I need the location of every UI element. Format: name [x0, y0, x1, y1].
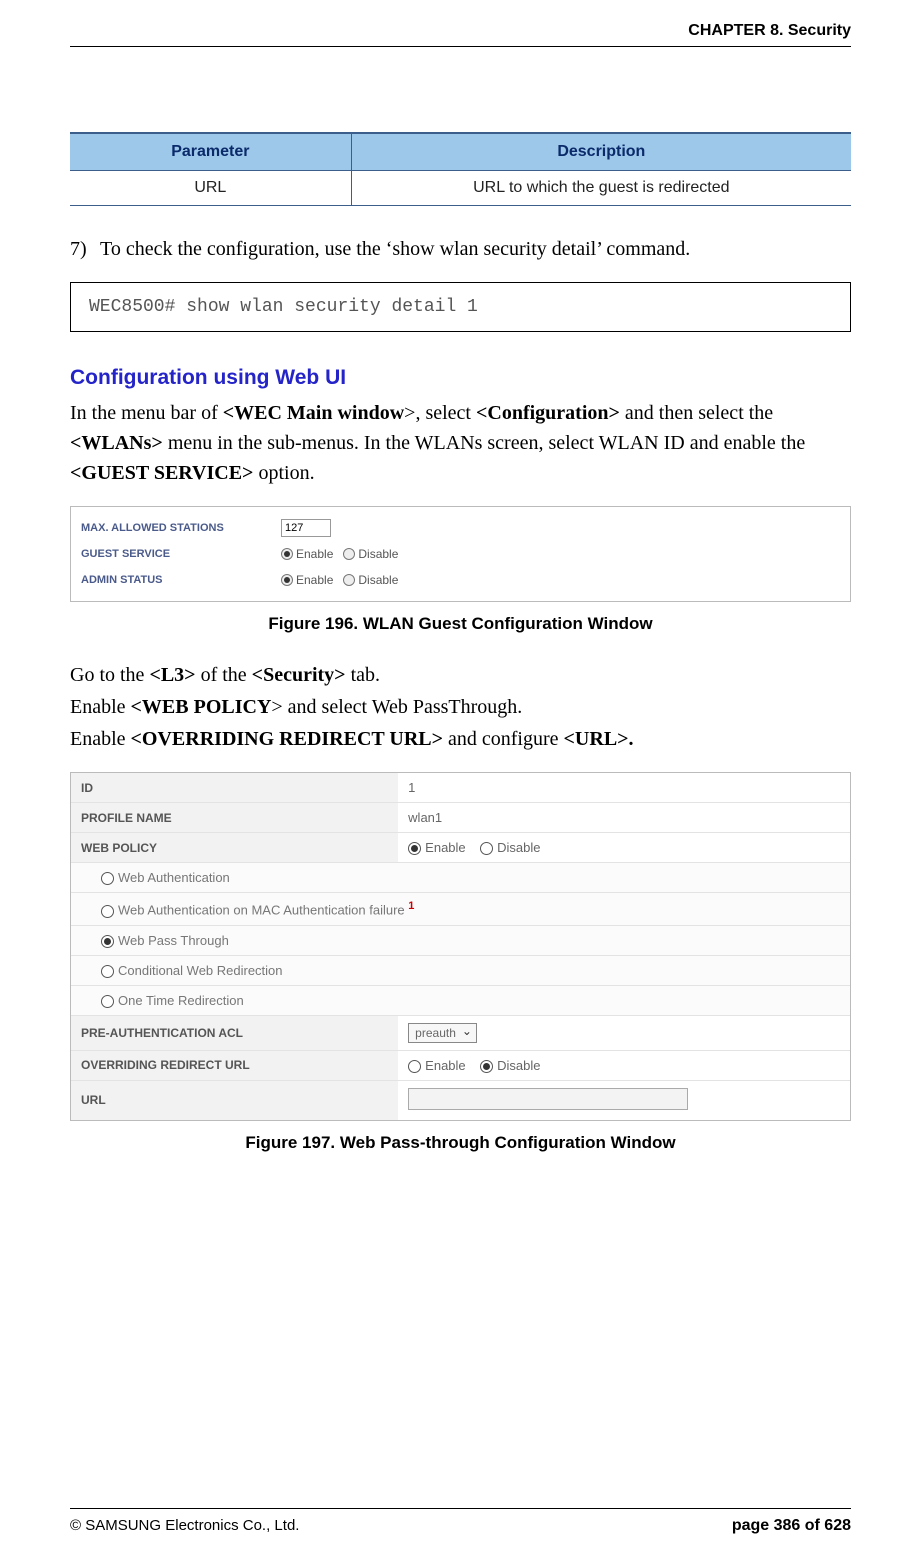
- guest-disable-radio[interactable]: Disable: [343, 547, 398, 561]
- option-label: Web Authentication on MAC Authentication…: [118, 902, 405, 917]
- bold-text: <Security>: [252, 664, 346, 686]
- text: Enable: [70, 728, 131, 750]
- paragraph-4: Enable <OVERRIDING REDIRECT URL> and con…: [70, 724, 851, 754]
- bold-text: <URL>.: [564, 728, 634, 750]
- chapter-label: CHAPTER 8. Security: [688, 22, 851, 39]
- option-label: One Time Redirection: [118, 993, 244, 1008]
- admin-disable-radio[interactable]: Disable: [343, 573, 398, 587]
- option-label: Web Pass Through: [118, 933, 229, 948]
- radio-label: Disable: [358, 547, 398, 561]
- radio-label: Disable: [497, 840, 540, 855]
- code-block: WEC8500# show wlan security detail 1: [70, 282, 851, 332]
- figure-196-caption: Figure 196. WLAN Guest Configuration Win…: [70, 614, 851, 634]
- step-text: To check the configuration, use the ‘sho…: [100, 234, 690, 264]
- override-enable-radio[interactable]: Enable: [408, 1058, 465, 1073]
- text: >, select: [404, 402, 476, 424]
- radio-label: Enable: [425, 1058, 465, 1073]
- text: Enable: [70, 696, 131, 718]
- radio-label: Disable: [497, 1058, 540, 1073]
- radio-label: Enable: [296, 573, 333, 587]
- cell-desc: URL to which the guest is redirected: [351, 171, 851, 206]
- text: In the menu bar of: [70, 402, 223, 424]
- text: menu in the sub-menus. In the WLANs scre…: [163, 432, 805, 454]
- value-id: 1: [398, 773, 850, 803]
- text: option.: [253, 462, 314, 484]
- text: tab.: [346, 664, 380, 686]
- row-opt-webauth[interactable]: Web Authentication: [71, 863, 850, 893]
- text: and then select the: [620, 402, 773, 424]
- label-guest-service: GUEST SERVICE: [81, 548, 281, 560]
- copyright-text: © SAMSUNG Electronics Co., Ltd.: [70, 1517, 299, 1535]
- page-content: Parameter Description URL URL to which t…: [70, 47, 851, 1153]
- figure-196-screenshot: MAX. ALLOWED STATIONS GUEST SERVICE Enab…: [70, 506, 851, 602]
- webpolicy-disable-radio[interactable]: Disable: [480, 840, 540, 855]
- figure-197-screenshot: ID 1 PROFILE NAME wlan1 WEB POLICY Enabl…: [70, 772, 851, 1121]
- label-profile: PROFILE NAME: [71, 803, 398, 833]
- row-opt-conditional[interactable]: Conditional Web Redirection: [71, 955, 850, 985]
- radio-label: Enable: [425, 840, 465, 855]
- row-max-stations: MAX. ALLOWED STATIONS: [81, 515, 840, 541]
- bold-text: <OVERRIDING REDIRECT URL>: [131, 728, 443, 750]
- radio-label: Disable: [358, 573, 398, 587]
- figure-197-caption: Figure 197. Web Pass-through Configurati…: [70, 1133, 851, 1153]
- label-preauth: PRE-AUTHENTICATION ACL: [71, 1015, 398, 1050]
- section-heading: Configuration using Web UI: [70, 366, 851, 390]
- cell-param: URL: [70, 171, 351, 206]
- override-disable-radio[interactable]: Disable: [480, 1058, 540, 1073]
- option-label: Web Authentication: [118, 870, 230, 885]
- admin-enable-radio[interactable]: Enable: [281, 573, 333, 587]
- step-7: 7) To check the configuration, use the ‘…: [70, 234, 851, 264]
- preauth-select[interactable]: preauth: [408, 1023, 477, 1043]
- label-admin-status: ADMIN STATUS: [81, 574, 281, 586]
- row-guest-service: GUEST SERVICE Enable Disable: [81, 541, 840, 567]
- th-parameter: Parameter: [70, 133, 351, 171]
- label-id: ID: [71, 773, 398, 803]
- bold-text: <WEC Main window: [223, 402, 404, 424]
- value-profile: wlan1: [398, 803, 850, 833]
- row-override: OVERRIDING REDIRECT URL Enable Disable: [71, 1050, 850, 1080]
- paragraph-2: Go to the <L3> of the <Security> tab.: [70, 660, 851, 690]
- row-id: ID 1: [71, 773, 850, 803]
- row-opt-passthrough[interactable]: Web Pass Through: [71, 925, 850, 955]
- label-max-stations: MAX. ALLOWED STATIONS: [81, 522, 281, 534]
- row-preauth: PRE-AUTHENTICATION ACL preauth: [71, 1015, 850, 1050]
- bold-text: <Configuration>: [476, 402, 620, 424]
- label-url: URL: [71, 1080, 398, 1120]
- paragraph-1: In the menu bar of <WEC Main window>, se…: [70, 398, 851, 488]
- parameter-table: Parameter Description URL URL to which t…: [70, 132, 851, 206]
- row-url: URL: [71, 1080, 850, 1120]
- bold-text: <L3>: [149, 664, 195, 686]
- url-input[interactable]: [408, 1088, 688, 1110]
- bold-text: <GUEST SERVICE>: [70, 462, 253, 484]
- row-opt-macfail[interactable]: Web Authentication on MAC Authentication…: [71, 893, 850, 925]
- footnote-marker: 1: [408, 900, 414, 912]
- text: Go to the: [70, 664, 149, 686]
- label-web-policy: WEB POLICY: [71, 833, 398, 863]
- table-row: URL URL to which the guest is redirected: [70, 171, 851, 206]
- page-number: page 386 of 628: [732, 1517, 851, 1535]
- bold-text: <WEB POLICY: [131, 696, 272, 718]
- text: of the: [196, 664, 252, 686]
- webpolicy-enable-radio[interactable]: Enable: [408, 840, 465, 855]
- page-header: CHAPTER 8. Security: [70, 0, 851, 47]
- max-stations-input[interactable]: [281, 519, 331, 537]
- text: and configure: [443, 728, 564, 750]
- row-opt-onetime[interactable]: One Time Redirection: [71, 985, 850, 1015]
- code-text: WEC8500# show wlan security detail 1: [89, 297, 478, 317]
- option-label: Conditional Web Redirection: [118, 963, 283, 978]
- bold-text: <WLANs>: [70, 432, 163, 454]
- step-number: 7): [70, 234, 100, 264]
- text: > and select Web PassThrough.: [271, 696, 522, 718]
- row-web-policy: WEB POLICY Enable Disable: [71, 833, 850, 863]
- label-override: OVERRIDING REDIRECT URL: [71, 1050, 398, 1080]
- row-profile: PROFILE NAME wlan1: [71, 803, 850, 833]
- paragraph-3: Enable <WEB POLICY> and select Web PassT…: [70, 692, 851, 722]
- guest-enable-radio[interactable]: Enable: [281, 547, 333, 561]
- page-footer: © SAMSUNG Electronics Co., Ltd. page 386…: [70, 1508, 851, 1535]
- th-description: Description: [351, 133, 851, 171]
- radio-label: Enable: [296, 547, 333, 561]
- row-admin-status: ADMIN STATUS Enable Disable: [81, 567, 840, 593]
